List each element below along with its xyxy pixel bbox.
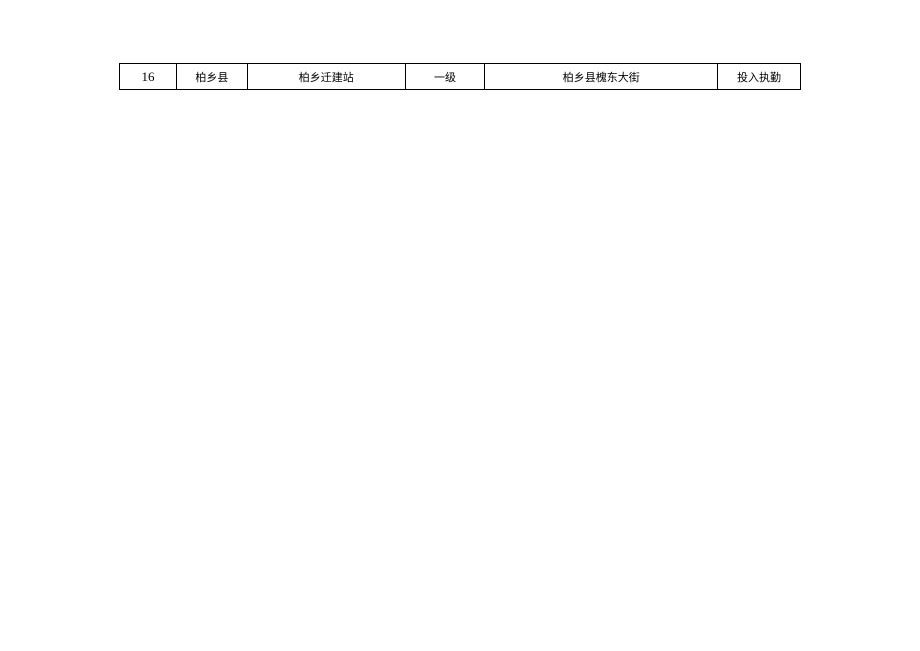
data-table-container: 16 柏乡县 柏乡迁建站 一级 柏乡县槐东大街 投入执勤 xyxy=(119,63,801,90)
cell-number: 16 xyxy=(120,64,177,90)
cell-county: 柏乡县 xyxy=(176,64,247,90)
data-table: 16 柏乡县 柏乡迁建站 一级 柏乡县槐东大街 投入执勤 xyxy=(119,63,801,90)
cell-station: 柏乡迁建站 xyxy=(247,64,405,90)
cell-level: 一级 xyxy=(405,64,485,90)
cell-address: 柏乡县槐东大街 xyxy=(485,64,718,90)
cell-status: 投入执勤 xyxy=(718,64,801,90)
table-row: 16 柏乡县 柏乡迁建站 一级 柏乡县槐东大街 投入执勤 xyxy=(120,64,801,90)
